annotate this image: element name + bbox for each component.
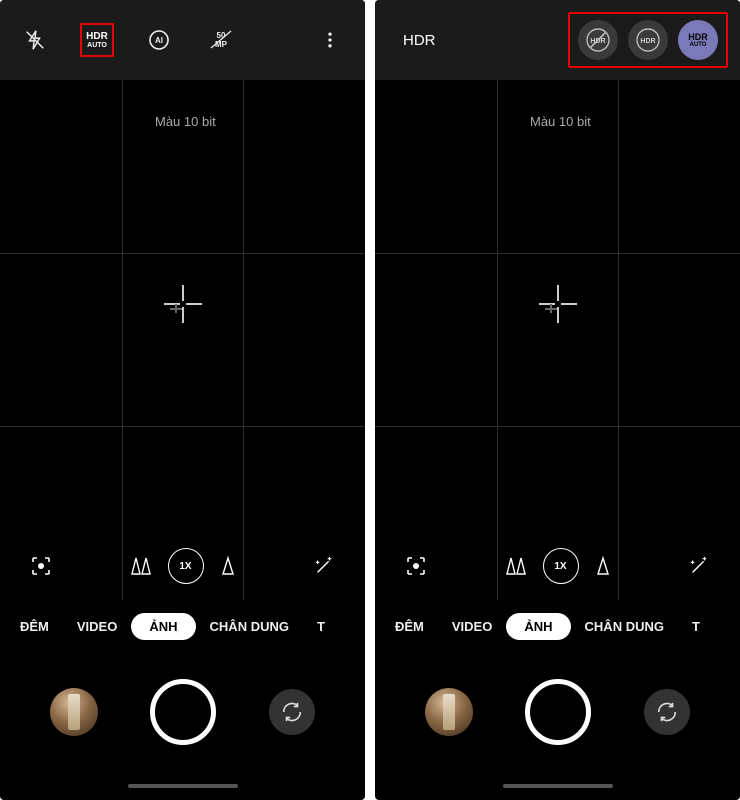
hdr-options-group: HDR HDR HDR AUTO [568, 12, 728, 68]
grid-line [375, 426, 740, 427]
home-indicator [0, 772, 365, 800]
camera-mode-strip[interactable]: ĐÊM VIDEO ẢNH CHÂN DUNG T [375, 600, 740, 652]
grid-line [618, 80, 619, 600]
mode-photo[interactable]: ẢNH [131, 613, 195, 640]
mode-more[interactable]: T [303, 619, 325, 634]
svg-text:MP: MP [215, 40, 228, 49]
hdr-auto-pill-sub: AUTO [688, 42, 708, 48]
home-indicator [375, 772, 740, 800]
camera-mode-strip[interactable]: ĐÊM VIDEO ẢNH CHÂN DUNG T [0, 600, 365, 652]
mode-portrait[interactable]: CHÂN DUNG [571, 619, 678, 634]
grid-line [497, 80, 498, 600]
lens-mode-icon[interactable] [399, 549, 433, 583]
zoom-value: 1X [179, 561, 191, 572]
hdr-auto-button[interactable]: HDR AUTO [678, 20, 718, 60]
hdr-auto-pill-label: HDR [688, 32, 708, 42]
hdr-auto-button[interactable]: HDR AUTO [80, 23, 114, 57]
shutter-button[interactable] [525, 679, 591, 745]
phone-screenshot-right: HDR HDR HDR HDR AUTO [375, 0, 740, 800]
grid-line [0, 426, 365, 427]
hdr-on-button[interactable]: HDR [628, 20, 668, 60]
more-options-icon[interactable] [313, 23, 347, 57]
hdr-sub-label: AUTO [86, 42, 108, 49]
mode-night[interactable]: ĐÊM [381, 619, 438, 634]
filters-wand-icon[interactable] [682, 549, 716, 583]
zoom-controls: 1X [375, 546, 740, 586]
svg-text:AI: AI [155, 36, 163, 45]
shutter-row [375, 652, 740, 772]
mode-video[interactable]: VIDEO [438, 619, 506, 634]
zoom-level-button[interactable]: 1X [543, 548, 579, 584]
mode-video[interactable]: VIDEO [63, 619, 131, 634]
camera-viewfinder[interactable]: Màu 10 bit [0, 80, 365, 600]
gallery-thumbnail[interactable] [425, 688, 473, 736]
hdr-label: HDR [86, 31, 108, 42]
camera-viewfinder[interactable]: Màu 10 bit [375, 80, 740, 600]
phone-screenshot-left: HDR AUTO AI 50 MP [0, 0, 365, 800]
zoom-tele-icon[interactable] [220, 556, 236, 576]
switch-camera-button[interactable] [644, 689, 690, 735]
color-depth-label: Màu 10 bit [530, 114, 591, 129]
focus-crosshair-icon [535, 281, 581, 327]
resolution-50mp-icon[interactable]: 50 MP [204, 23, 238, 57]
mode-more[interactable]: T [678, 619, 700, 634]
color-depth-label: Màu 10 bit [155, 114, 216, 129]
flash-off-icon[interactable] [18, 23, 52, 57]
zoom-tele-icon[interactable] [595, 556, 611, 576]
mode-portrait[interactable]: CHÂN DUNG [196, 619, 303, 634]
grid-line [243, 80, 244, 600]
hdr-options-topbar: HDR HDR HDR HDR AUTO [375, 0, 740, 80]
gallery-thumbnail[interactable] [50, 688, 98, 736]
hdr-title: HDR [403, 32, 436, 49]
zoom-wide-icon[interactable] [130, 556, 152, 576]
grid-line [375, 253, 740, 254]
zoom-level-button[interactable]: 1X [168, 548, 204, 584]
mode-photo[interactable]: ẢNH [506, 613, 570, 640]
zoom-value: 1X [554, 561, 566, 572]
grid-line [0, 253, 365, 254]
mode-night[interactable]: ĐÊM [6, 619, 63, 634]
switch-camera-button[interactable] [269, 689, 315, 735]
shutter-button[interactable] [150, 679, 216, 745]
ai-mode-icon[interactable]: AI [142, 23, 176, 57]
camera-topbar: HDR AUTO AI 50 MP [0, 0, 365, 80]
hdr-off-button[interactable]: HDR [578, 20, 618, 60]
shutter-row [0, 652, 365, 772]
lens-mode-icon[interactable] [24, 549, 58, 583]
svg-text:HDR: HDR [640, 38, 655, 45]
filters-wand-icon[interactable] [307, 549, 341, 583]
zoom-controls: 1X [0, 546, 365, 586]
zoom-wide-icon[interactable] [505, 556, 527, 576]
focus-crosshair-icon [160, 281, 206, 327]
grid-line [122, 80, 123, 600]
